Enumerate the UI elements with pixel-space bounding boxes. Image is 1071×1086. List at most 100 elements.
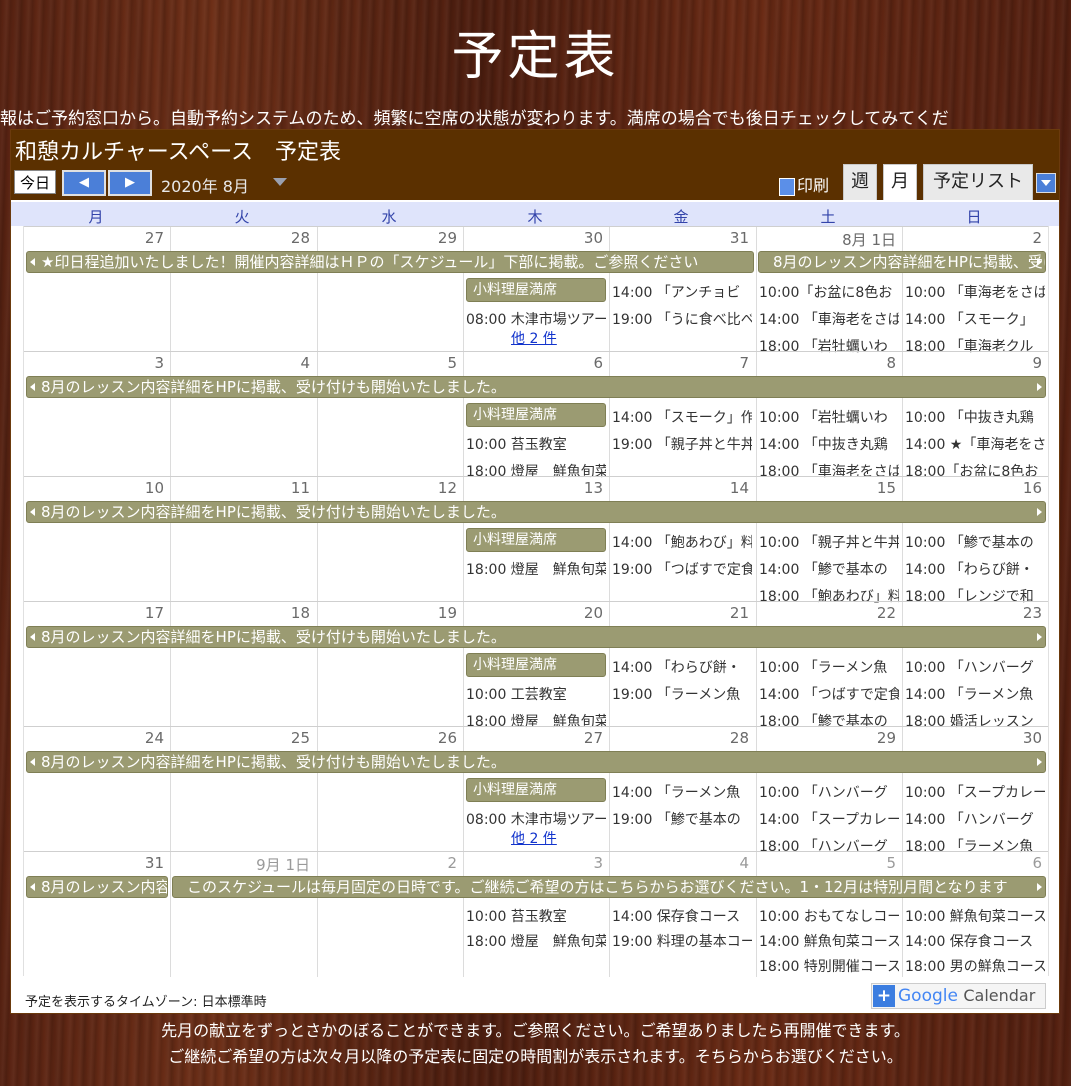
day-number[interactable]: 4 bbox=[170, 354, 310, 372]
event-item[interactable]: 10:00 「ハンバーグ bbox=[905, 657, 1045, 677]
event-item[interactable]: 14:00 「わらび餅・ bbox=[905, 559, 1045, 579]
event-item[interactable]: 10:00 「鯵で基本の bbox=[905, 532, 1045, 552]
day-number[interactable]: 2 bbox=[317, 854, 457, 872]
day-number[interactable]: 8月 1日 bbox=[756, 229, 896, 250]
event-item[interactable]: 08:00 木津市場ツアー bbox=[466, 309, 606, 329]
day-number[interactable]: 19 bbox=[317, 604, 457, 622]
event-item[interactable]: 14:00 ★「車海老をさ bbox=[905, 434, 1045, 454]
day-number[interactable]: 21 bbox=[609, 604, 749, 622]
day-number[interactable]: 9 bbox=[902, 354, 1042, 372]
day-number[interactable]: 11 bbox=[170, 479, 310, 497]
day-number[interactable]: 24 bbox=[24, 729, 164, 747]
event-item[interactable]: 14:00 「つばすで定食 bbox=[759, 684, 899, 704]
event-item[interactable]: 19:00 「つばすで定食 bbox=[612, 559, 752, 579]
event-item[interactable]: 14:00 「アンチョビ bbox=[612, 282, 752, 302]
tab-agenda[interactable]: 予定リスト bbox=[923, 164, 1033, 200]
event-item[interactable]: 08:00 木津市場ツアー bbox=[466, 809, 606, 829]
print-button[interactable]: 印刷 bbox=[779, 172, 829, 196]
event-item[interactable]: 14:00 「スープカレー bbox=[759, 809, 899, 829]
event-item[interactable]: 10:00 「中抜き丸鶏 bbox=[905, 407, 1045, 427]
event-item[interactable]: 19:00 「ラーメン魚 bbox=[612, 684, 752, 704]
event-item[interactable]: 14:00 保存食コース bbox=[612, 906, 752, 926]
day-number[interactable]: 5 bbox=[317, 354, 457, 372]
event-item[interactable]: 10:00 「スープカレー bbox=[905, 782, 1045, 802]
event-item[interactable]: 14:00 「ラーメン魚 bbox=[612, 782, 752, 802]
full-booking-chip[interactable]: 小料理屋満席 bbox=[466, 528, 606, 552]
event-item[interactable]: 14:00 「わらび餅・ bbox=[612, 657, 752, 677]
day-number[interactable]: 31 bbox=[609, 229, 749, 247]
event-item[interactable]: 10:00 鮮魚旬菜コース bbox=[905, 906, 1045, 926]
day-number[interactable]: 5 bbox=[756, 854, 896, 872]
event-item[interactable]: 10:00 「車海老をさば bbox=[905, 282, 1045, 302]
tab-week[interactable]: 週 bbox=[843, 164, 877, 200]
event-item[interactable]: 14:00 「ラーメン魚 bbox=[905, 684, 1045, 704]
next-month-button[interactable]: ▶ bbox=[108, 170, 152, 196]
event-item[interactable]: 10:00 「親子丼と牛丼 bbox=[759, 532, 899, 552]
day-number[interactable]: 28 bbox=[170, 229, 310, 247]
day-number[interactable]: 13 bbox=[463, 479, 603, 497]
event-item[interactable]: 14:00 「スモーク」作 bbox=[612, 407, 752, 427]
day-number[interactable]: 8 bbox=[756, 354, 896, 372]
event-item[interactable]: 18:00 男の鮮魚コース bbox=[905, 956, 1045, 976]
day-number[interactable]: 22 bbox=[756, 604, 896, 622]
day-number[interactable]: 16 bbox=[902, 479, 1042, 497]
event-item[interactable]: 19:00 料理の基本コース bbox=[612, 931, 752, 951]
all-day-event-banner[interactable]: 8月のレッスン内容詳細をHPに掲載、受け付けも開始いたしました。 bbox=[26, 751, 1046, 773]
full-booking-chip[interactable]: 小料理屋満席 bbox=[466, 278, 606, 302]
event-item[interactable]: 19:00 「鯵で基本の bbox=[612, 809, 752, 829]
day-number[interactable]: 27 bbox=[463, 729, 603, 747]
more-events-link[interactable]: 他 2 件 bbox=[511, 328, 557, 348]
all-day-event-banner[interactable]: このスケジュールは毎月固定の日時です。ご継続ご希望の方はこちらからお選びください… bbox=[172, 876, 1046, 898]
all-day-event-banner[interactable]: 8月のレッスン内容詳細をHPに掲載、受け付けも開始いたしました。 bbox=[26, 376, 1046, 398]
day-number[interactable]: 14 bbox=[609, 479, 749, 497]
day-number[interactable]: 18 bbox=[170, 604, 310, 622]
event-item[interactable]: 19:00 「親子丼と牛丼 bbox=[612, 434, 752, 454]
event-item[interactable]: 14:00 「ハンバーグ bbox=[905, 809, 1045, 829]
day-number[interactable]: 27 bbox=[24, 229, 164, 247]
event-item[interactable]: 10:00 「岩牡蠣いわ bbox=[759, 407, 899, 427]
event-item[interactable]: 10:00 おもてなしコース bbox=[759, 906, 899, 926]
prev-month-button[interactable]: ◀ bbox=[62, 170, 106, 196]
day-number[interactable]: 4 bbox=[609, 854, 749, 872]
full-booking-chip[interactable]: 小料理屋満席 bbox=[466, 403, 606, 427]
tab-menu-chevron-icon[interactable] bbox=[1036, 173, 1056, 193]
event-item[interactable]: 14:00 鮮魚旬菜コース bbox=[759, 931, 899, 951]
day-number[interactable]: 30 bbox=[463, 229, 603, 247]
day-number[interactable]: 25 bbox=[170, 729, 310, 747]
event-item[interactable]: 14:00 「鯵で基本の bbox=[759, 559, 899, 579]
day-number[interactable]: 10 bbox=[24, 479, 164, 497]
event-item[interactable]: 10:00 苔玉教室 bbox=[466, 434, 606, 454]
all-day-event-banner[interactable]: 8月のレッスン内容詳細をHPに掲載、受け付けも開始いたしました。 bbox=[758, 251, 1046, 273]
all-day-event-banner[interactable]: 8月のレッスン内容詳細をHPに掲載、受け付けも開始いたしました。 bbox=[26, 501, 1046, 523]
day-number[interactable]: 3 bbox=[463, 854, 603, 872]
today-button[interactable]: 今日 bbox=[14, 170, 56, 194]
all-day-event-banner[interactable]: ★印日程追加いたしました！開催内容詳細はＨＰの「スケジュール」下部に掲載。ご参照… bbox=[26, 251, 754, 273]
event-item[interactable]: 10:00 工芸教室 bbox=[466, 684, 606, 704]
event-item[interactable]: 14:00 「中抜き丸鶏 bbox=[759, 434, 899, 454]
chevron-down-icon[interactable] bbox=[273, 178, 287, 186]
full-booking-chip[interactable]: 小料理屋満席 bbox=[466, 653, 606, 677]
day-number[interactable]: 28 bbox=[609, 729, 749, 747]
day-number[interactable]: 15 bbox=[756, 479, 896, 497]
full-booking-chip[interactable]: 小料理屋満席 bbox=[466, 778, 606, 802]
event-item[interactable]: 14:00 保存食コース bbox=[905, 931, 1045, 951]
day-number[interactable]: 9月 1日 bbox=[170, 854, 310, 875]
all-day-event-banner[interactable]: 8月のレッスン内容詳細をHPに掲載、受け付けも開始いたしました。 bbox=[26, 626, 1046, 648]
day-number[interactable]: 23 bbox=[902, 604, 1042, 622]
event-item[interactable]: 10:00 苔玉教室 bbox=[466, 906, 606, 926]
day-number[interactable]: 29 bbox=[756, 729, 896, 747]
tab-month[interactable]: 月 bbox=[883, 164, 917, 200]
event-item[interactable]: 14:00 「車海老をさば bbox=[759, 309, 899, 329]
event-item[interactable]: 14:00 「スモーク」 bbox=[905, 309, 1045, 329]
day-number[interactable]: 20 bbox=[463, 604, 603, 622]
event-item[interactable]: 10:00 「ハンバーグ bbox=[759, 782, 899, 802]
all-day-event-banner[interactable]: 8月のレッスン内容詳細をHPに掲載、受け付けも開始いたしました。 bbox=[26, 876, 168, 898]
event-item[interactable]: 10:00 「ラーメン魚 bbox=[759, 657, 899, 677]
day-number[interactable]: 7 bbox=[609, 354, 749, 372]
day-number[interactable]: 6 bbox=[902, 854, 1042, 872]
event-item[interactable]: 18:00 燈屋 鮮魚旬菜 bbox=[466, 559, 606, 579]
day-number[interactable]: 6 bbox=[463, 354, 603, 372]
event-item[interactable]: 10:00「お盆に8色お bbox=[759, 282, 899, 302]
day-number[interactable]: 3 bbox=[24, 354, 164, 372]
day-number[interactable]: 2 bbox=[902, 229, 1042, 247]
